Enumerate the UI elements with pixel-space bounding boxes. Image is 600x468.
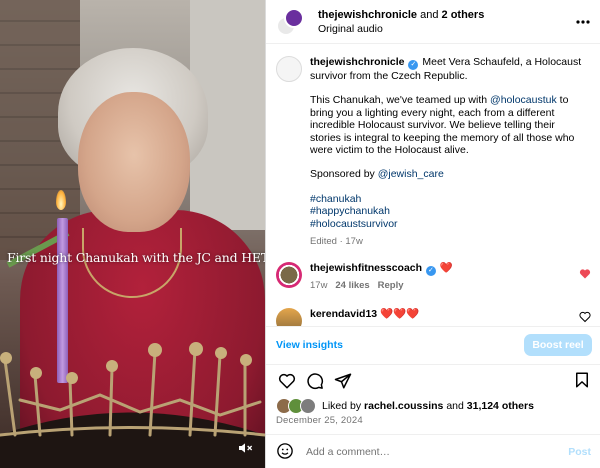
verified-badge-icon: ✓	[408, 60, 419, 70]
comment-time: 17w	[310, 280, 328, 291]
share-icon[interactable]	[332, 370, 354, 392]
comment-input[interactable]: Add a comment…	[306, 446, 568, 458]
reel-video[interactable]: First night Chanukah with the JC and HET	[0, 0, 265, 468]
avatar[interactable]	[276, 308, 302, 326]
comment-text: ❤️	[439, 262, 453, 274]
liker-avatars	[276, 398, 318, 414]
mention-link[interactable]: @jewish_care	[378, 168, 444, 180]
caption-text-part: Sponsored by	[310, 168, 375, 181]
collab-avatars[interactable]	[276, 7, 304, 36]
header-username[interactable]: thejewishchronicle	[318, 9, 417, 21]
verified-badge-icon: ✓	[425, 266, 436, 276]
caption-username[interactable]: thejewishchronicle	[310, 56, 405, 68]
post-header: thejewishchronicle and 2 others Original…	[266, 0, 600, 44]
avatar[interactable]	[276, 56, 302, 82]
header-others[interactable]: 2 others	[442, 9, 485, 21]
insights-bar: View insights Boost reel	[266, 326, 600, 362]
post-comment-button[interactable]: Post	[568, 446, 591, 458]
add-comment-bar: Add a comment… Post	[266, 434, 600, 468]
avatar	[284, 7, 304, 28]
caption-meta: Edited · 17w	[310, 236, 363, 248]
more-horizontal-icon[interactable]	[575, 14, 591, 30]
avatar[interactable]	[276, 262, 302, 288]
candle-flame	[56, 190, 66, 210]
mention-link[interactable]: @holocaustuk	[490, 94, 557, 106]
caption-sponsor: Sponsored by @jewish_care	[310, 168, 587, 180]
heart-icon[interactable]	[276, 370, 298, 392]
liked-by-prefix: Liked by	[322, 400, 362, 412]
caption-paragraph: This Chanukah, we've teamed up with @hol…	[310, 94, 587, 156]
comment-item: kerendavid13 ❤️❤️❤️	[276, 308, 591, 326]
view-insights-link[interactable]: View insights	[276, 339, 343, 351]
speaker-muted-icon[interactable]	[233, 436, 257, 460]
post-panel: thejewishchronicle and 2 others Original…	[265, 0, 600, 468]
comment-reply[interactable]: Reply	[378, 280, 404, 291]
post-date: December 25, 2024	[276, 415, 363, 426]
original-audio[interactable]: Original audio	[318, 22, 484, 36]
face	[78, 92, 190, 232]
action-bar	[266, 364, 600, 396]
reel-viewer: First night Chanukah with the JC and HET…	[0, 0, 600, 468]
emoji-icon[interactable]	[276, 442, 296, 462]
boost-reel-button[interactable]: Boost reel	[524, 333, 592, 356]
video-caption-overlay: First night Chanukah with the JC and HET	[7, 250, 265, 265]
comment-text: ❤️❤️❤️	[380, 308, 420, 320]
post-caption: thejewishchronicle ✓ Meet Vera Schaufeld…	[266, 56, 600, 248]
bookmark-icon[interactable]	[573, 371, 593, 391]
comment-item: thejewishfitnesscoach ✓ ❤️ 17w 24 likes …	[276, 262, 591, 292]
header-text: thejewishchronicle and 2 others Original…	[318, 8, 484, 36]
heart-filled-icon[interactable]	[579, 268, 591, 280]
caption-text: thejewishchronicle ✓ Meet Vera Schaufeld…	[310, 56, 587, 248]
comment-username[interactable]: thejewishfitnesscoach	[310, 262, 422, 274]
caption-text-part: This Chanukah, we've teamed up with	[310, 94, 488, 107]
hashtag-link[interactable]: #chanukah	[310, 193, 587, 205]
hashtags: #chanukah #happychanukah #holocaustsurvi…	[310, 193, 587, 230]
liked-by-user[interactable]: rachel.coussins	[364, 400, 443, 412]
header-and: and	[420, 8, 439, 21]
liked-by-count[interactable]: 31,124 others	[467, 400, 534, 412]
likes-summary: Liked by rachel.coussins and 31,124 othe…	[276, 398, 534, 414]
hashtag-link[interactable]: #happychanukah	[310, 205, 587, 217]
liked-by-and: and	[446, 400, 464, 412]
comment-likes[interactable]: 24 likes	[335, 280, 369, 291]
avatar	[300, 398, 316, 414]
comment-username[interactable]: kerendavid13	[310, 308, 377, 320]
hashtag-link[interactable]: #holocaustsurvivor	[310, 218, 587, 230]
comment-icon[interactable]	[304, 370, 326, 392]
header-title: thejewishchronicle and 2 others	[318, 8, 484, 22]
heart-outline-icon[interactable]	[579, 311, 591, 323]
menorah	[0, 342, 265, 468]
comment-meta: 17w 24 likes Reply	[310, 279, 570, 292]
